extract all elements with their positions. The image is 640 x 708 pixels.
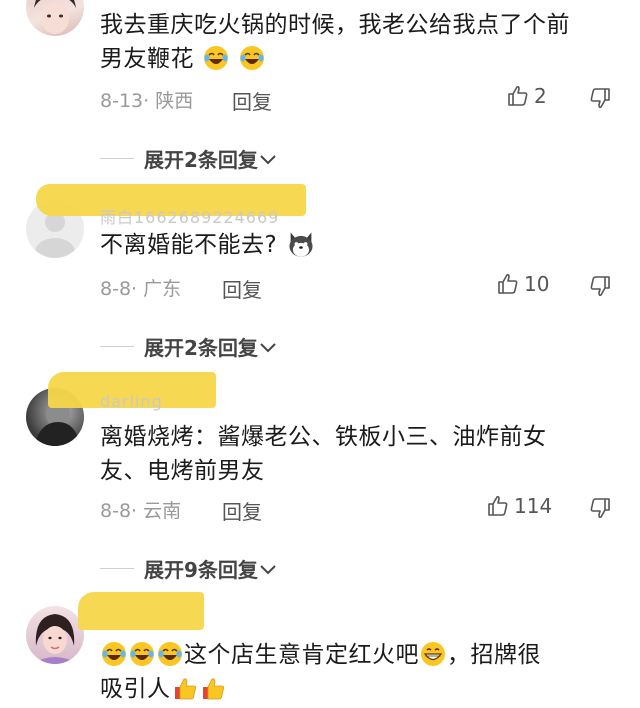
- comment-location: 陕西: [155, 90, 194, 112]
- thumbs-up-icon: [488, 495, 508, 516]
- thumbs-up-icon: [508, 85, 528, 106]
- grinning-emoji-icon: [421, 642, 445, 666]
- comment-text: 我去重庆吃火锅的时候，我老公给我点了个前 男友鞭花: [100, 12, 570, 72]
- like-count: 10: [524, 272, 550, 296]
- laughing-crying-emoji-icon: [239, 46, 264, 70]
- comment-meta: 8-13· 陕西: [100, 90, 194, 112]
- laughing-crying-emoji-icon: [102, 642, 126, 666]
- chevron-down-icon: [260, 342, 276, 352]
- reply-button[interactable]: 回复: [222, 274, 262, 303]
- thumbs-up-emoji-icon: [174, 678, 196, 700]
- expand-replies-button[interactable]: 展开2条回复: [100, 332, 278, 361]
- laughing-crying-emoji-icon: [130, 642, 154, 666]
- thumbs-down-icon: [590, 276, 610, 297]
- expand-replies-button[interactable]: 展开2条回复: [100, 144, 278, 173]
- comment-meta: 8-8· 广东: [100, 278, 182, 300]
- comment-location: 广东: [143, 278, 182, 300]
- username-redaction: [78, 592, 204, 630]
- like-button[interactable]: 10: [496, 272, 549, 296]
- thumbs-up-icon: [498, 273, 518, 294]
- comment-text: 这个店生意肯定红火吧 ，招牌很 吸引人: [100, 642, 541, 702]
- comment-date: 8-8: [100, 278, 132, 300]
- laughing-crying-emoji-icon: [203, 46, 228, 70]
- thumbs-down-icon: [590, 498, 610, 519]
- like-button[interactable]: 114: [486, 494, 552, 518]
- thumbs-up-emoji-icon: [202, 678, 224, 700]
- comment-3: darling 离婚烧烤：酱爆老公、铁板小三、油炸前女 友、电烤前男友 8-8·…: [0, 370, 640, 590]
- comment-1: 我去重庆吃火锅的时候，我老公给我点了个前 男友鞭花 8-13· 陕西 回复 2 …: [0, 0, 640, 190]
- reply-button[interactable]: 回复: [222, 496, 262, 525]
- like-count: 2: [534, 84, 547, 108]
- dislike-button[interactable]: [588, 496, 612, 524]
- reply-button[interactable]: 回复: [232, 86, 272, 115]
- comment-location: 云南: [143, 500, 182, 522]
- comment-text: 离婚烧烤：酱爆老公、铁板小三、油炸前女 友、电烤前男友: [100, 424, 547, 484]
- like-button[interactable]: 2: [506, 84, 547, 108]
- like-count: 114: [514, 494, 553, 518]
- thumbs-down-icon: [590, 88, 610, 109]
- comment-date: 8-13: [100, 90, 144, 112]
- divider-line: [100, 346, 134, 347]
- avatar[interactable]: [26, 606, 84, 664]
- comment-4: 这个店生意肯定红火吧 ，招牌很 吸引人: [0, 592, 640, 708]
- comment-text: 不离婚能不能去?: [100, 228, 600, 262]
- dislike-button[interactable]: [588, 86, 612, 114]
- divider-line: [100, 158, 134, 159]
- comment-2: 雨白1662689224669 不离婚能不能去? 8-8· 广东 回复 10 展…: [0, 184, 640, 374]
- husky-dog-emoji-icon: [289, 232, 313, 257]
- avatar[interactable]: [26, 0, 84, 36]
- username[interactable]: 雨白1662689224669: [100, 204, 279, 228]
- username[interactable]: darling: [100, 392, 163, 411]
- laughing-crying-emoji-icon: [158, 642, 182, 666]
- comment-date: 8-8: [100, 500, 132, 522]
- divider-line: [100, 568, 134, 569]
- dislike-button[interactable]: [588, 274, 612, 302]
- comment-meta: 8-8· 云南: [100, 500, 182, 522]
- expand-replies-button[interactable]: 展开9条回复: [100, 554, 278, 583]
- chevron-down-icon: [260, 564, 276, 574]
- chevron-down-icon: [260, 154, 276, 164]
